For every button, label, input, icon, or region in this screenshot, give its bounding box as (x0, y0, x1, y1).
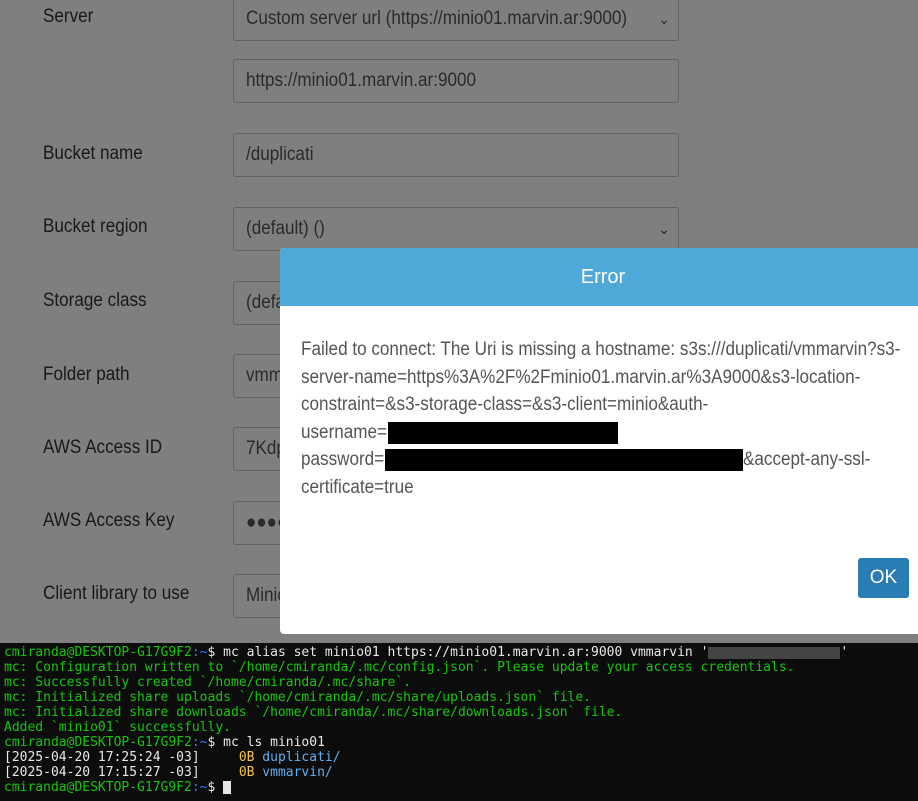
terminal-output: mc: Successfully created `/home/cmiranda… (4, 675, 411, 690)
settings-form: Server Custom server url (https://minio0… (0, 0, 918, 643)
error-message-line: &accept-any-ssl- (743, 449, 871, 471)
ls-timestamp: [2025-04-20 17:15:27 -03] (4, 765, 200, 780)
prompt-symbol: $ (207, 645, 224, 660)
error-message-line: password= (301, 449, 385, 471)
terminal-line: cmiranda@DESKTOP-G17G9F2:~$ mc alias set… (4, 645, 914, 660)
terminal-line: cmiranda@DESKTOP-G17G9F2:~$ (4, 780, 914, 795)
ls-size: 0B (238, 765, 255, 780)
error-message-line: certificate=true (301, 476, 414, 498)
prompt-user: cmiranda@DESKTOP-G17G9F2 (4, 735, 192, 750)
error-dialog: Error Failed to connect: The Uri is miss… (280, 248, 918, 634)
ls-size: 0B (238, 750, 255, 765)
command-text: mc alias set minio01 https://minio01.mar… (223, 645, 709, 660)
error-message-line: username= (301, 421, 388, 443)
prompt-symbol: $ (207, 780, 224, 795)
ls-timestamp: [2025-04-20 17:25:24 -03] (4, 750, 200, 765)
prompt-path: :~ (191, 645, 208, 660)
prompt-path: :~ (191, 735, 208, 750)
error-message: Failed to connect: The Uri is missing a … (301, 336, 901, 502)
error-message-line: server-name=https%3A%2F%2Fminio01.marvin… (301, 366, 861, 388)
terminal-output: Added `minio01` successfully. (4, 720, 231, 735)
redacted-username (387, 421, 618, 444)
ls-name: duplicati/ (262, 750, 341, 765)
ls-entry: [2025-04-20 17:15:27 -03] 0B vmmarvin/ (4, 765, 914, 780)
terminal-output: mc: Configuration written to `/home/cmir… (4, 660, 795, 675)
prompt-user: cmiranda@DESKTOP-G17G9F2 (4, 780, 192, 795)
terminal-cursor (223, 781, 232, 794)
redacted-secret (708, 646, 841, 659)
terminal-line: cmiranda@DESKTOP-G17G9F2:~$ mc ls minio0… (4, 735, 914, 750)
ok-button[interactable]: OK (858, 558, 909, 598)
prompt-user: cmiranda@DESKTOP-G17G9F2 (4, 645, 192, 660)
error-message-line: Failed to connect: The Uri is missing a … (301, 339, 901, 360)
terminal-output: mc: Initialized share uploads `/home/cmi… (4, 690, 591, 705)
terminal-output: mc: Initialized share downloads `/home/c… (4, 705, 623, 720)
ls-entry: [2025-04-20 17:25:24 -03] 0B duplicati/ (4, 750, 914, 765)
prompt-path: :~ (191, 780, 208, 795)
ls-name: vmmarvin/ (262, 765, 333, 780)
terminal-window[interactable]: cmiranda@DESKTOP-G17G9F2:~$ mc alias set… (0, 643, 918, 801)
dialog-title: Error (280, 248, 918, 306)
command-text: ' (840, 645, 849, 660)
prompt-symbol: $ (207, 735, 224, 750)
redacted-password (385, 449, 744, 472)
error-message-line: constraint=&s3-storage-class=&s3-client=… (301, 394, 709, 416)
command-text: mc ls minio01 (223, 735, 325, 750)
